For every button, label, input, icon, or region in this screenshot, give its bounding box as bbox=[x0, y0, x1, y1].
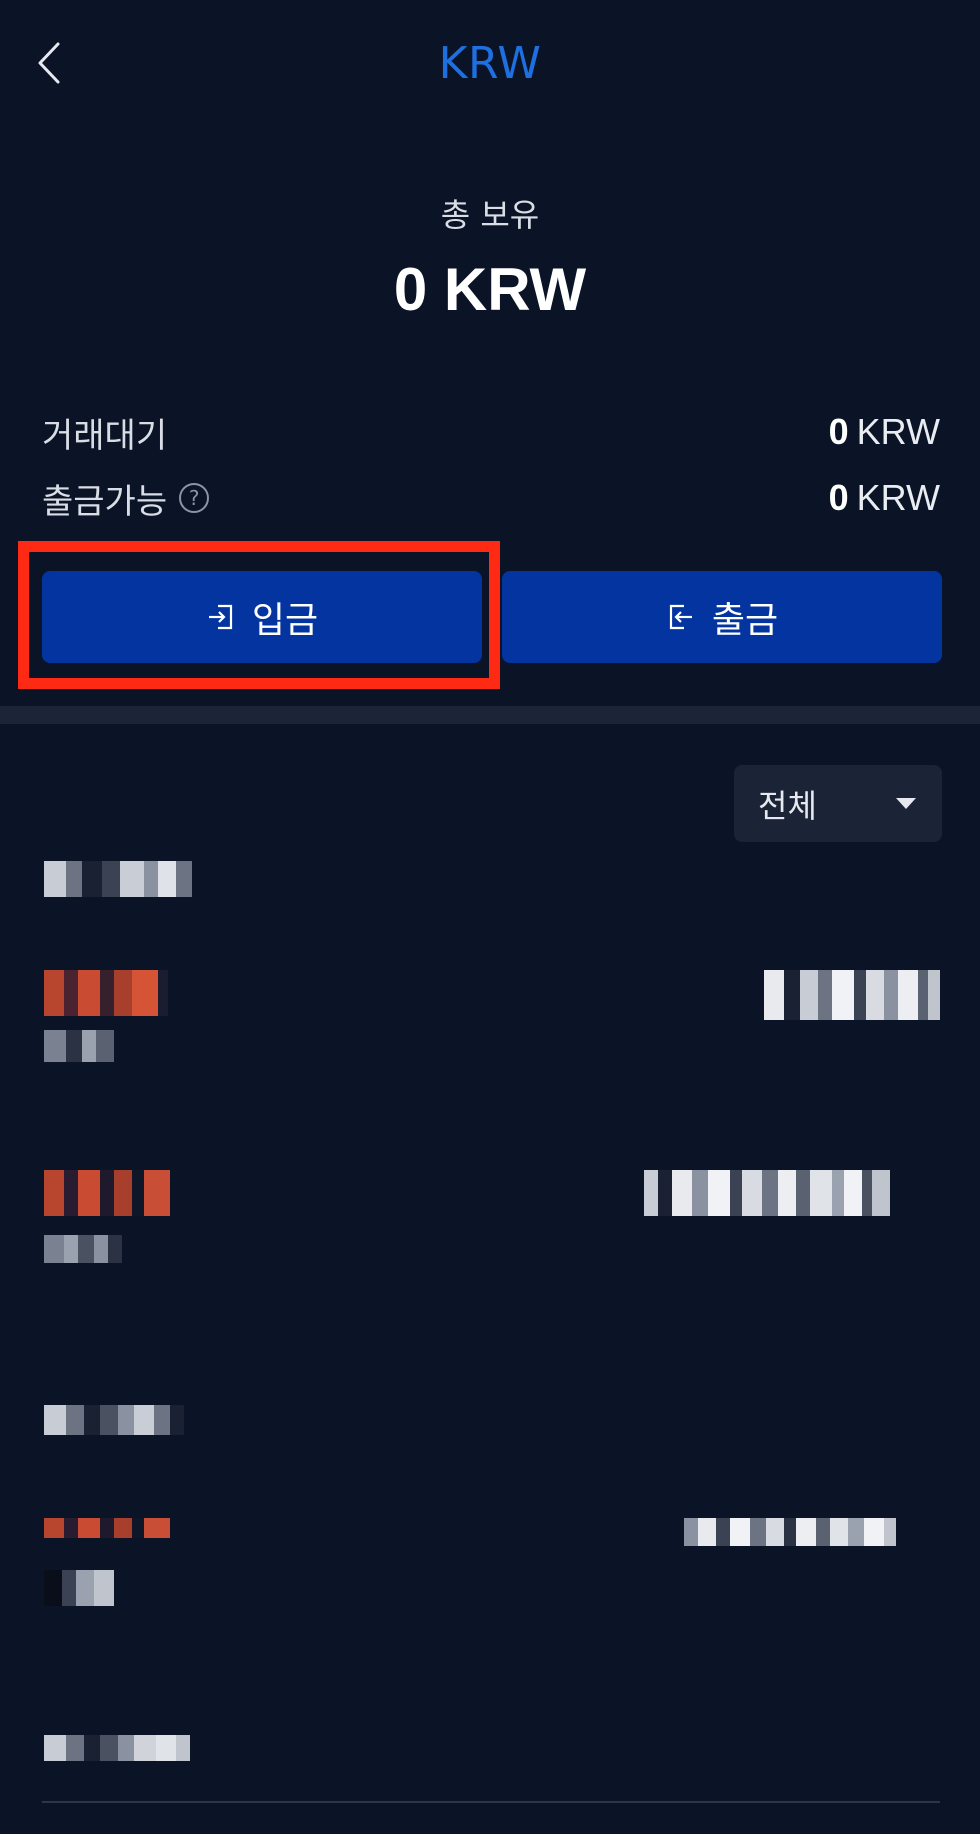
transaction-time-redacted bbox=[44, 1030, 114, 1062]
withdrawable-amount: 0 bbox=[828, 477, 849, 518]
deposit-label: 입금 bbox=[251, 600, 319, 641]
total-holdings-label: 총 보유 bbox=[440, 196, 540, 234]
transaction-amount-redacted bbox=[764, 970, 940, 1020]
pending-amount: 0 bbox=[828, 411, 849, 452]
transaction-amount-redacted bbox=[684, 1518, 896, 1546]
pending-unit: KRW bbox=[856, 411, 940, 452]
pending-value: 0 KRW bbox=[829, 411, 940, 453]
withdrawable-unit: KRW bbox=[856, 477, 940, 518]
deposit-icon bbox=[208, 604, 232, 630]
date-header-redacted bbox=[44, 1405, 184, 1435]
deposit-button[interactable]: 입금 bbox=[42, 571, 482, 663]
chevron-down-icon bbox=[896, 798, 916, 809]
withdrawable-label: 출금가능 bbox=[42, 481, 168, 522]
help-icon[interactable]: ? bbox=[179, 483, 210, 513]
filter-dropdown[interactable]: 전체 bbox=[734, 765, 942, 842]
transaction-type-redacted bbox=[44, 1518, 170, 1538]
section-divider bbox=[0, 706, 980, 724]
date-header-redacted bbox=[44, 1735, 190, 1761]
pending-label: 거래대기 bbox=[42, 415, 168, 456]
list-divider bbox=[42, 1801, 940, 1803]
withdrawable-value: 0 KRW bbox=[829, 477, 940, 519]
pending-row: 거래대기 0 KRW bbox=[42, 407, 940, 457]
page-title: KRW bbox=[438, 38, 542, 89]
header: KRW bbox=[0, 0, 980, 130]
withdrawable-label-wrap: 출금가능 ? bbox=[42, 474, 210, 523]
transaction-time-redacted bbox=[44, 1570, 114, 1606]
withdraw-label: 출금 bbox=[711, 600, 779, 641]
transaction-time-redacted bbox=[44, 1235, 122, 1263]
filter-selected: 전체 bbox=[758, 786, 817, 825]
transaction-type-redacted bbox=[44, 1170, 170, 1216]
date-header-redacted bbox=[44, 861, 192, 897]
transaction-type-redacted bbox=[44, 970, 168, 1016]
withdraw-icon bbox=[669, 604, 692, 630]
total-holdings-value: 0 KRW bbox=[393, 256, 587, 323]
withdrawable-row: 출금가능 ? 0 KRW bbox=[42, 473, 940, 523]
transaction-amount-redacted bbox=[644, 1170, 890, 1216]
withdraw-button[interactable]: 출금 bbox=[502, 571, 942, 663]
